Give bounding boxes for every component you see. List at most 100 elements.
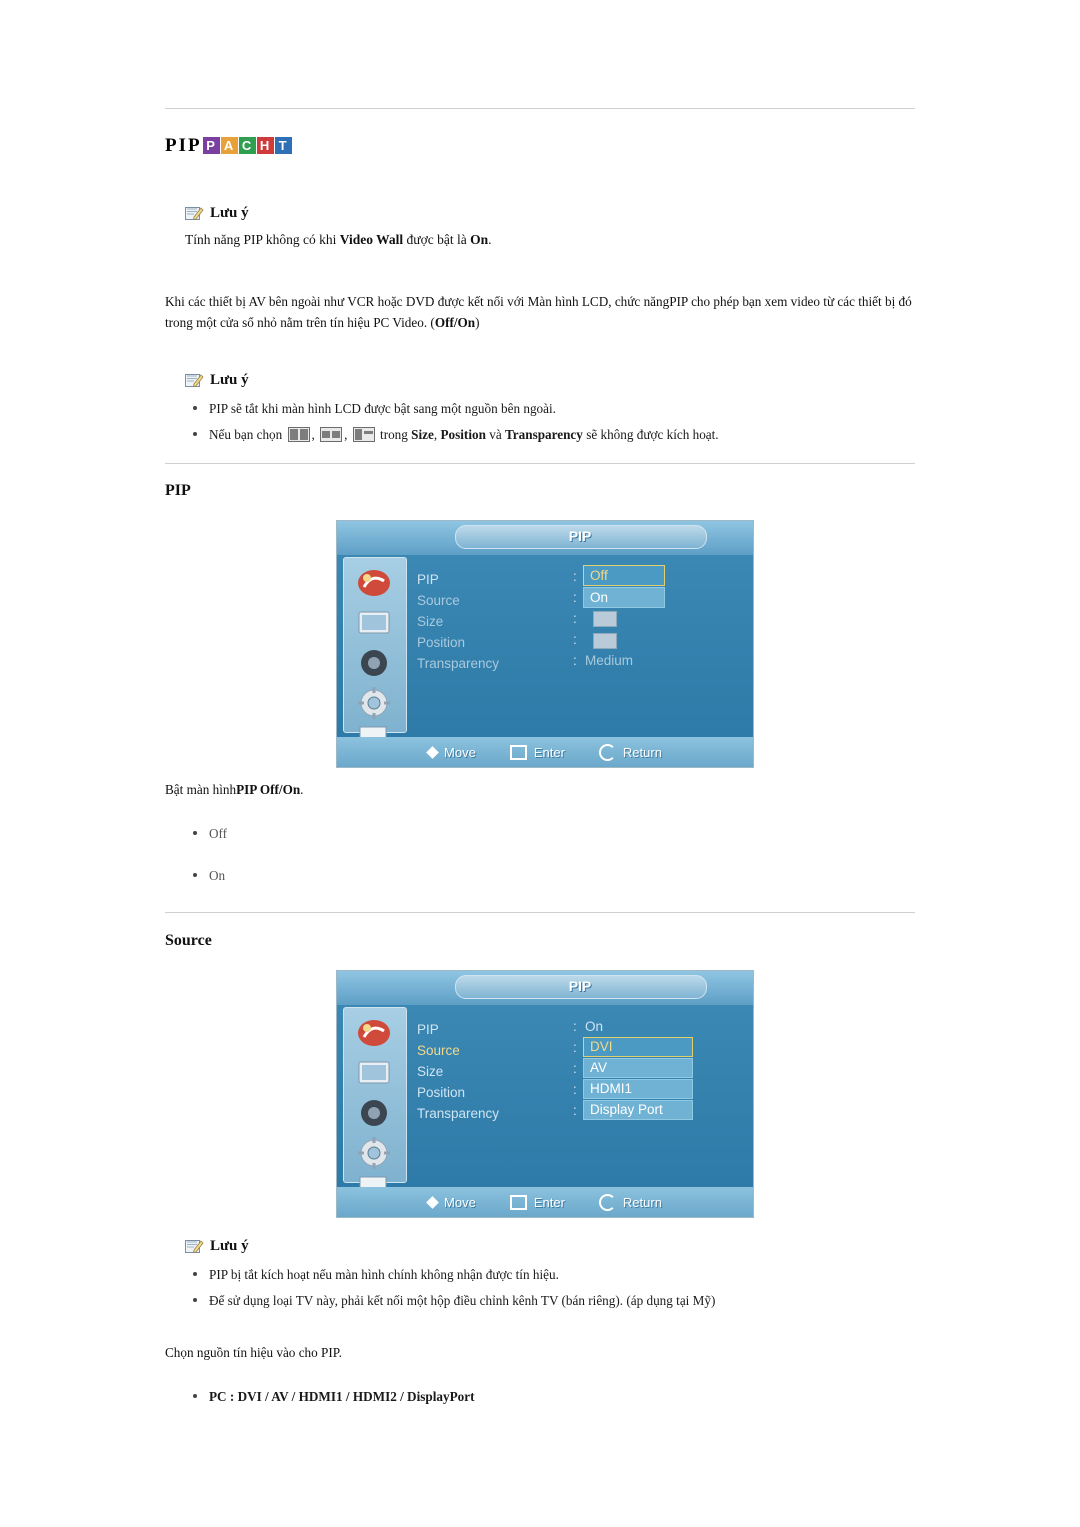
- osd-footer: Move Enter Return: [337, 737, 753, 767]
- list-item: Nếu bạn chọn , , trong Size, Position và…: [185, 425, 925, 445]
- note-icon: [185, 372, 204, 389]
- section-heading-pip: PIP: [165, 482, 191, 499]
- osd-source-option-dvi[interactable]: DVI: [583, 1037, 693, 1057]
- divider-top: [165, 108, 915, 109]
- osd-menu-item-pip[interactable]: PIP: [417, 1019, 499, 1040]
- note-1-body: Tính năng PIP không có khi Video Wall đư…: [185, 230, 925, 251]
- note-3-list: PIP bị tắt kích hoạt nếu màn hình chính …: [185, 1265, 925, 1311]
- osd-menu-item-source[interactable]: Source: [417, 590, 499, 611]
- picture-icon: [347, 1015, 401, 1051]
- osd-menu-item-position[interactable]: Position: [417, 632, 499, 653]
- osd-footer-return-label: Return: [622, 1194, 662, 1210]
- note-2-heading: Lưu ý: [185, 372, 925, 389]
- osd-footer-enter: Enter: [509, 1194, 565, 1210]
- pip-size-double-icon: [352, 426, 375, 442]
- sound-icon: [347, 645, 401, 681]
- note-3-heading: Lưu ý: [185, 1238, 925, 1255]
- osd-colon: :: [573, 1103, 577, 1118]
- display-icon: [347, 605, 401, 641]
- note-2-bold-transparency: Transparency: [504, 426, 583, 442]
- osd-colon: :: [573, 1082, 577, 1097]
- note-1-title: Lưu ý: [210, 205, 249, 221]
- osd-source-option-displayport[interactable]: Display Port: [583, 1100, 693, 1120]
- osd-title: PIP: [568, 978, 592, 994]
- note-icon: [185, 205, 204, 222]
- osd-footer-enter-label: Enter: [533, 1194, 565, 1210]
- pip-caption: Bật màn hìnhPIP Off/On.: [165, 782, 303, 798]
- note-2-item-2-pre: Nếu bạn chọn: [209, 426, 283, 442]
- list-item: Off: [185, 824, 585, 844]
- list-item: PIP bị tắt kích hoạt nếu màn hình chính …: [185, 1265, 925, 1285]
- osd-colon: :: [573, 1040, 577, 1055]
- note-block-3: Lưu ý PIP bị tắt kích hoạt nếu màn hình …: [185, 1238, 925, 1317]
- osd-colon: :: [573, 1061, 577, 1076]
- osd-footer-return: Return: [598, 743, 662, 761]
- note-2-item-2-end: sẽ không được kích hoạt.: [586, 426, 719, 442]
- page-title-text: PIP: [165, 135, 202, 156]
- note-1-bold-videowall: Video Wall: [339, 232, 404, 247]
- pip-option-off: Off: [209, 826, 228, 841]
- list-item: PIP sẽ tắt khi màn hình LCD được bật san…: [185, 399, 925, 419]
- pip-caption-end: .: [300, 782, 304, 797]
- osd-menu-item-transparency[interactable]: Transparency: [417, 1103, 499, 1124]
- section-heading-source: Source: [165, 932, 212, 949]
- enter-icon: [509, 744, 527, 760]
- note-2-bold-position: Position: [440, 426, 486, 442]
- osd-footer: Move Enter Return: [337, 1187, 753, 1217]
- osd-menu-item-size[interactable]: Size: [417, 611, 499, 632]
- note-1-text-pre: Tính năng PIP không có khi: [185, 232, 340, 247]
- pip-size-small-icon: [320, 426, 343, 442]
- list-item: On: [185, 866, 585, 886]
- osd-colon: :: [573, 1019, 577, 1034]
- osd-menu-item-position[interactable]: Position: [417, 1082, 499, 1103]
- intro-line-2-bold: Off/On: [434, 315, 476, 331]
- enter-icon: [509, 1194, 527, 1210]
- title-chip-h: H: [256, 137, 274, 154]
- intro-line-1: Khi các thiết bị AV bên ngoài như VCR ho…: [165, 294, 912, 309]
- note-1-bold-on: On: [470, 232, 489, 247]
- page-title: PIP P A C H T: [165, 135, 292, 157]
- osd-menu-item-source[interactable]: Source: [417, 1040, 499, 1061]
- osd-dropdown-option-off[interactable]: Off: [583, 565, 665, 586]
- list-item: PC : DVI / AV / HDMI1 / HDMI2 / DisplayP…: [185, 1387, 785, 1407]
- note-2-item-1: PIP sẽ tắt khi màn hình LCD được bật san…: [209, 401, 556, 416]
- osd-menu-list: PIP Source Size Position Transparency: [417, 1019, 499, 1124]
- osd-colon: :: [573, 590, 577, 605]
- osd-dropdown-option-on[interactable]: On: [583, 587, 665, 608]
- osd-menu-item-pip[interactable]: PIP: [417, 569, 499, 590]
- picture-icon: [347, 565, 401, 601]
- osd-title: PIP: [568, 528, 592, 544]
- osd-source-dvi-label: DVI: [590, 1039, 613, 1054]
- divider-1: [165, 463, 915, 464]
- osd-footer-return: Return: [598, 1193, 662, 1211]
- note-3-item-2: Để sử dụng loại TV này, phải kết nối một…: [209, 1292, 716, 1308]
- intro-line-2-pre: trong một cửa sổ nhỏ nằm trên tín hiệu P…: [165, 315, 435, 331]
- title-chip-t: T: [274, 137, 292, 154]
- note-block-2: Lưu ý PIP sẽ tắt khi màn hình LCD được b…: [185, 372, 925, 451]
- osd-source-option-av[interactable]: AV: [583, 1058, 693, 1078]
- osd-source-option-hdmi1[interactable]: HDMI1: [583, 1079, 693, 1099]
- pip-caption-bold: PIP Off/On: [236, 782, 301, 797]
- note-icon: [185, 1238, 204, 1255]
- osd-colon: :: [573, 653, 577, 668]
- pip-option-list: Off On: [185, 818, 585, 892]
- osd-source-hdmi1-label: HDMI1: [590, 1081, 633, 1096]
- note-1-text-end: .: [488, 232, 492, 247]
- source-option-list-label: PC : DVI / AV / HDMI1 / HDMI2 / DisplayP…: [209, 1389, 475, 1404]
- osd-screenshot-pip: PIP PIP Source Size Position Transparenc…: [336, 520, 754, 768]
- title-chip-p: P: [202, 137, 220, 154]
- title-chip-a: A: [220, 137, 238, 154]
- list-item: Để sử dụng loại TV này, phải kết nối một…: [185, 1291, 925, 1311]
- note-1-heading: Lưu ý: [185, 205, 925, 222]
- setup-gear-icon: [347, 685, 401, 721]
- osd-footer-move-label: Move: [444, 1194, 476, 1210]
- move-diamond-icon: [426, 745, 439, 759]
- osd-menu-item-transparency[interactable]: Transparency: [417, 653, 499, 674]
- note-block-1: Lưu ý Tính năng PIP không có khi Video W…: [185, 205, 925, 251]
- osd-pip-value: On: [585, 1019, 604, 1034]
- osd-transparency-value: Medium: [585, 653, 634, 668]
- osd-menu-item-size[interactable]: Size: [417, 1061, 499, 1082]
- osd-size-thumb: [593, 611, 617, 627]
- divider-2: [165, 912, 915, 913]
- source-option-list: PC : DVI / AV / HDMI1 / HDMI2 / DisplayP…: [185, 1381, 785, 1413]
